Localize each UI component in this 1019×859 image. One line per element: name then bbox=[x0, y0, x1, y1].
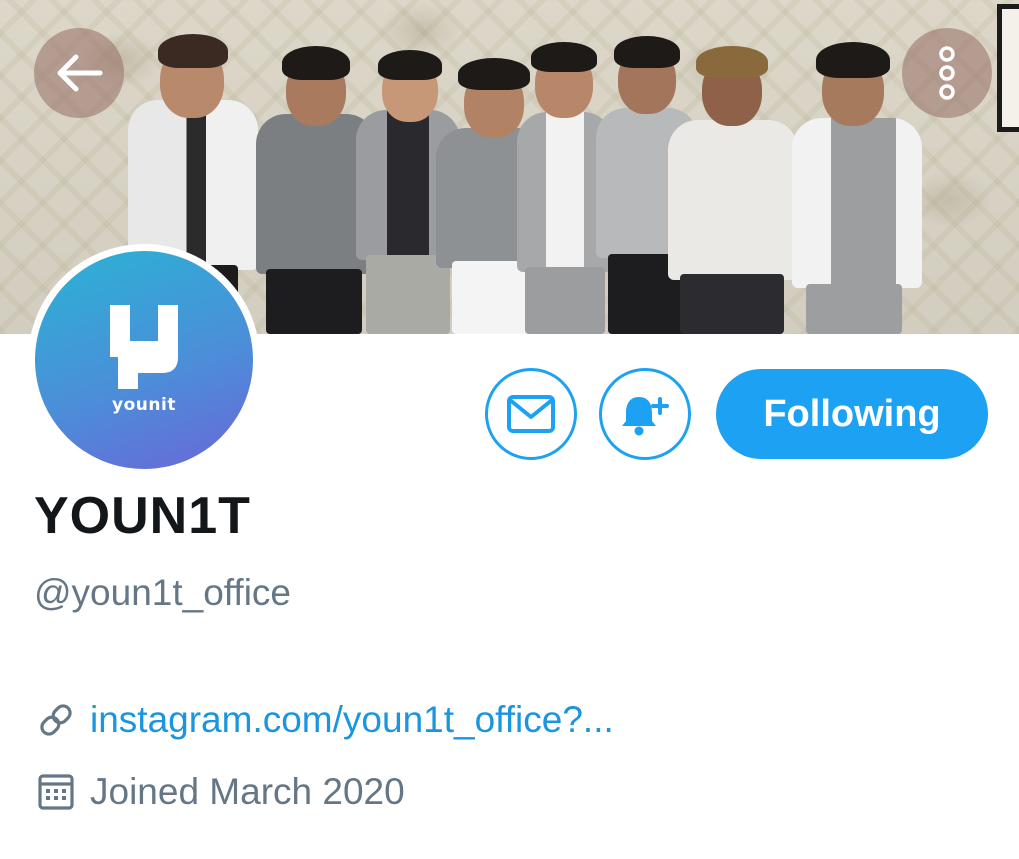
more-options-button[interactable] bbox=[902, 28, 992, 118]
younit-logo-icon bbox=[110, 305, 178, 389]
avatar-logo: younit bbox=[35, 251, 253, 469]
back-button[interactable] bbox=[34, 28, 124, 118]
notifications-button[interactable] bbox=[599, 368, 691, 460]
display-name: YOUN1T bbox=[34, 487, 251, 545]
envelope-icon bbox=[507, 395, 555, 433]
following-button[interactable]: Following bbox=[716, 369, 988, 459]
join-date: Joined March 2020 bbox=[90, 771, 405, 812]
banner-person bbox=[662, 46, 802, 334]
link-icon bbox=[34, 698, 78, 742]
avatar-wordmark: younit bbox=[112, 395, 176, 415]
user-handle: @youn1t_office bbox=[34, 572, 291, 613]
more-vertical-icon bbox=[939, 46, 955, 100]
calendar-icon bbox=[34, 770, 78, 814]
bell-plus-icon bbox=[622, 397, 669, 436]
profile-avatar[interactable]: younit bbox=[28, 244, 260, 476]
website-row: instagram.com/youn1t_office?... bbox=[34, 698, 614, 742]
message-button[interactable] bbox=[485, 368, 577, 460]
website-link[interactable]: instagram.com/youn1t_office?... bbox=[90, 699, 614, 741]
arrow-left-icon bbox=[57, 54, 103, 92]
join-date-row: Joined March 2020 bbox=[34, 770, 405, 814]
wall-frame bbox=[997, 4, 1019, 132]
